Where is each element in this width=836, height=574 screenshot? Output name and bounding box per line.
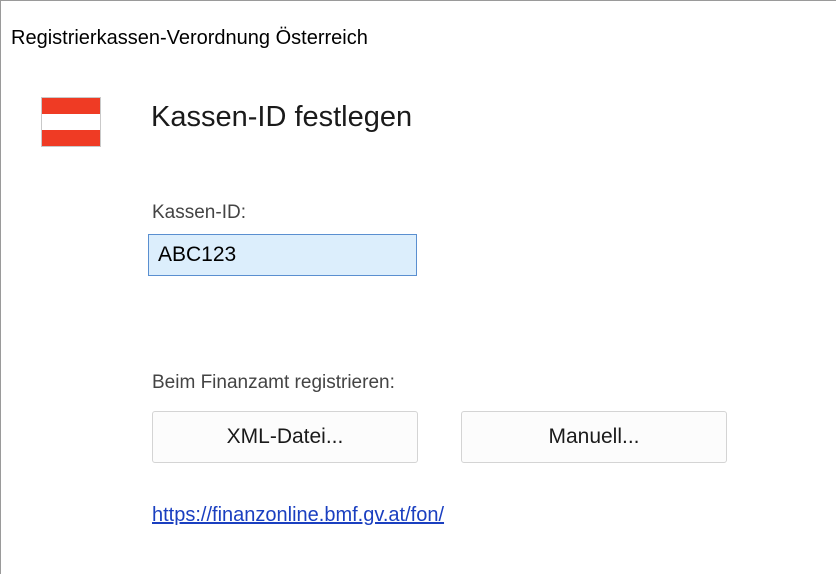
page-heading: Kassen-ID festlegen — [151, 101, 413, 133]
dialog-window: Registrierkassen-Verordnung Österreich K… — [0, 0, 836, 574]
register-label: Beim Finanzamt registrieren: — [152, 372, 395, 393]
finanzonline-link[interactable]: https://finanzonline.bmf.gv.at/fon/ — [152, 504, 444, 527]
xml-file-button[interactable]: XML-Datei... — [152, 411, 418, 463]
flag-stripe-middle — [42, 114, 100, 130]
kassen-id-input[interactable] — [148, 234, 417, 276]
kassen-id-label: Kassen-ID: — [152, 202, 246, 223]
manual-button[interactable]: Manuell... — [461, 411, 727, 463]
window-title: Registrierkassen-Verordnung Österreich — [11, 27, 368, 49]
flag-stripe-top — [42, 98, 100, 114]
flag-stripe-bottom — [42, 130, 100, 146]
austria-flag-icon — [41, 97, 101, 147]
